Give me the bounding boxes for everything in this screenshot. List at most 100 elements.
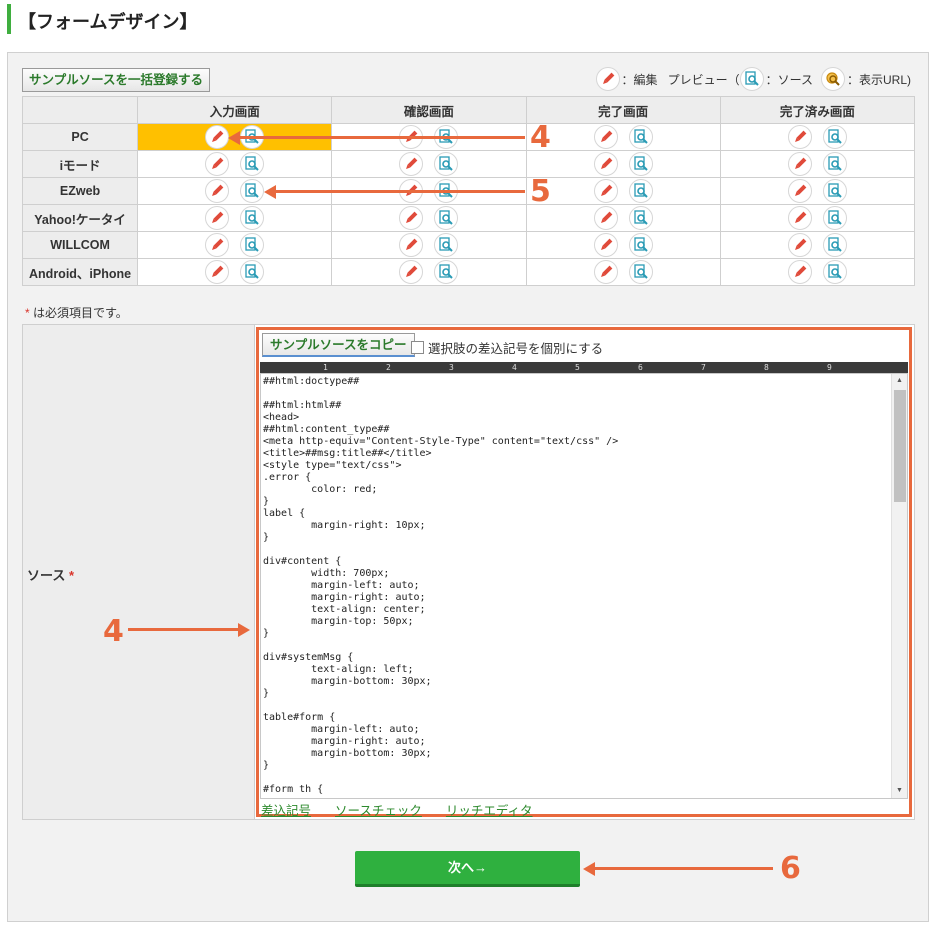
ruler-tick: 9 [827, 363, 832, 372]
source-preview-icon[interactable] [822, 179, 847, 203]
edit-pencil-icon[interactable] [205, 152, 230, 176]
edit-pencil-icon[interactable] [787, 260, 812, 284]
source-preview-icon[interactable] [822, 206, 847, 230]
annotation-number: 4 [103, 614, 124, 649]
ruler-tick: 1 [323, 363, 328, 372]
icon-legend: ：編集 プレビュー（ ：ソース ：表示URL) [588, 67, 911, 91]
ruler-tick: 4 [512, 363, 517, 372]
edit-pencil-icon[interactable] [205, 233, 230, 257]
edit-pencil-icon[interactable] [787, 152, 812, 176]
screen-cell [525, 177, 721, 205]
source-code-textarea[interactable]: ##html:doctype## ##html:html## <head> ##… [260, 373, 908, 799]
screen-cell [137, 231, 333, 259]
source-preview-icon[interactable] [240, 206, 265, 230]
edit-pencil-icon[interactable] [593, 125, 618, 149]
screen-cell [137, 258, 333, 286]
annotation-arrow-line [276, 190, 525, 193]
source-row: ソース * サンプルソースをコピー 選択肢の差込記号を個別にする 1 2 3 4 5 6 7… [22, 324, 915, 820]
source-preview-icon[interactable] [628, 260, 653, 284]
source-preview-icon[interactable] [434, 233, 459, 257]
edit-pencil-icon[interactable] [399, 260, 424, 284]
source-preview-icon[interactable] [240, 260, 265, 284]
copy-sample-source-button[interactable]: サンプルソースをコピー [262, 333, 415, 357]
annotation-number: 5 [530, 174, 551, 209]
source-label-cell: ソース * [23, 325, 255, 819]
edit-pencil-icon[interactable] [593, 179, 618, 203]
individual-insert-checkbox-label: 選択肢の差込記号を個別にする [428, 342, 604, 356]
source-preview-icon[interactable] [434, 152, 459, 176]
scroll-up-arrow-icon[interactable]: ▲ [892, 374, 907, 388]
source-preview-icon[interactable] [822, 152, 847, 176]
source-preview-icon[interactable] [240, 179, 265, 203]
legend-url-label: ：表示URL) [846, 72, 911, 87]
column-header: 完了済み画面 [719, 96, 916, 124]
source-preview-icon[interactable] [240, 233, 265, 257]
insert-symbol-link[interactable]: 差込記号 [261, 800, 311, 819]
source-preview-icon[interactable] [240, 152, 265, 176]
legend-preview-label: プレビュー（ [667, 72, 740, 87]
edit-pencil-icon[interactable] [787, 125, 812, 149]
screen-cell [525, 123, 721, 151]
source-preview-icon[interactable] [628, 125, 653, 149]
device-row-header: Yahoo!ケータイ [21, 204, 139, 232]
url-preview-icon [820, 67, 845, 91]
annotation-number: 6 [780, 851, 801, 886]
source-check-link[interactable]: ソースチェック [335, 800, 422, 819]
screen-cell [525, 150, 721, 178]
device-row-header: PC [21, 123, 139, 151]
scrollbar-thumb[interactable] [894, 390, 906, 502]
edit-pencil-icon[interactable] [787, 233, 812, 257]
edit-pencil-icon[interactable] [787, 179, 812, 203]
source-code-text[interactable]: ##html:doctype## ##html:html## <head> ##… [263, 376, 888, 796]
screen-cell [137, 150, 333, 178]
column-header: 入力画面 [137, 96, 333, 124]
grid-row: WILLCOM [21, 231, 916, 259]
edit-pencil-icon[interactable] [205, 125, 230, 149]
source-preview-icon [739, 67, 764, 91]
source-preview-icon[interactable] [628, 179, 653, 203]
editor-links: 差込記号 ソースチェック リッチエディタ [261, 800, 533, 819]
column-header: 確認画面 [331, 96, 527, 124]
source-preview-icon[interactable] [822, 233, 847, 257]
rich-editor-link[interactable]: リッチエディタ [446, 800, 533, 819]
source-label: ソース * [27, 565, 74, 584]
source-label-text: ソース [27, 568, 66, 583]
edit-pencil-icon[interactable] [593, 233, 618, 257]
edit-pencil-icon[interactable] [205, 260, 230, 284]
annotation-arrow-line [595, 867, 773, 870]
screen-cell [331, 150, 527, 178]
vertical-scrollbar[interactable]: ▲ ▼ [891, 374, 907, 798]
device-row-header: EZweb [21, 177, 139, 205]
edit-pencil-icon[interactable] [205, 179, 230, 203]
individual-insert-checkbox-wrap[interactable]: 選択肢の差込記号を個別にする [411, 338, 603, 357]
source-required-mark: * [68, 568, 75, 583]
edit-pencil-icon[interactable] [399, 152, 424, 176]
source-preview-icon[interactable] [628, 233, 653, 257]
source-preview-icon[interactable] [628, 206, 653, 230]
edit-pencil-icon[interactable] [787, 206, 812, 230]
required-note: * は必須項目です。 [25, 304, 128, 321]
individual-insert-checkbox[interactable] [411, 341, 424, 354]
screen-cell [331, 204, 527, 232]
screen-cell [331, 258, 527, 286]
edit-pencil-icon[interactable] [205, 206, 230, 230]
source-preview-icon[interactable] [434, 206, 459, 230]
device-row-header: iモード [21, 150, 139, 178]
source-preview-icon[interactable] [628, 152, 653, 176]
bulk-register-button[interactable]: サンプルソースを一括登録する [22, 68, 211, 92]
edit-pencil-icon[interactable] [593, 260, 618, 284]
screen-cell [525, 258, 721, 286]
source-editor-frame: サンプルソースをコピー 選択肢の差込記号を個別にする 1 2 3 4 5 6 7 8 9 ##h… [256, 327, 912, 819]
scroll-down-arrow-icon[interactable]: ▼ [892, 784, 907, 798]
edit-pencil-icon[interactable] [593, 206, 618, 230]
edit-pencil-icon[interactable] [399, 233, 424, 257]
device-row-header: WILLCOM [21, 231, 139, 259]
source-preview-icon[interactable] [822, 125, 847, 149]
source-preview-icon[interactable] [822, 260, 847, 284]
source-preview-icon[interactable] [434, 260, 459, 284]
screen-cell [331, 231, 527, 259]
next-button[interactable]: 次へ→ [355, 851, 580, 887]
title-bar: 【フォームデザイン】 [0, 0, 935, 38]
edit-pencil-icon[interactable] [593, 152, 618, 176]
edit-pencil-icon[interactable] [399, 206, 424, 230]
